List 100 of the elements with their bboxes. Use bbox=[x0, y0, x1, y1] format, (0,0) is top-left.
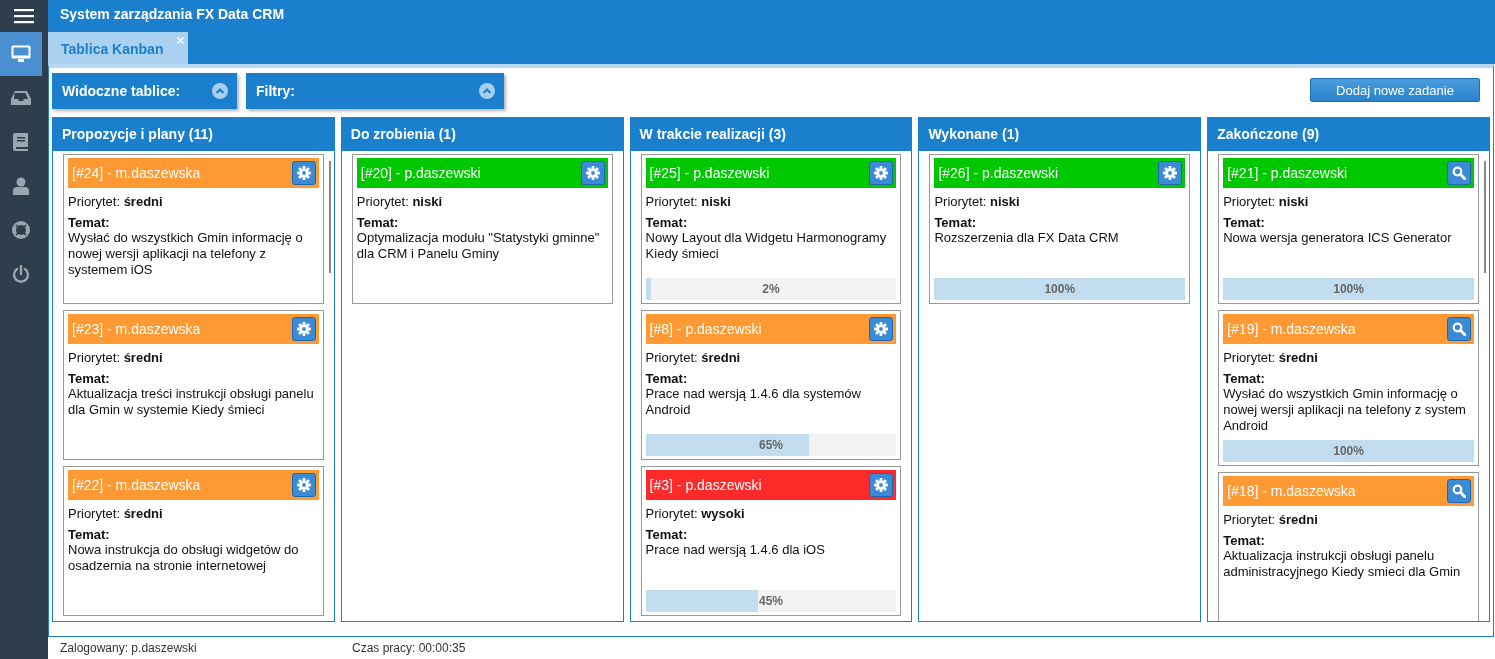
topic-label: Temat: bbox=[68, 527, 111, 542]
column-title: Wykonane (1) bbox=[928, 126, 1020, 142]
task-card[interactable]: [#26] - p.daszewski Priorytet: niski Temat: Rozszerzenia dla FX Data CRM 100% bbox=[929, 154, 1191, 304]
gear-icon bbox=[296, 166, 311, 180]
column-title: Do zrobienia (1) bbox=[350, 126, 456, 142]
card-title: [#26] - p.daszewski bbox=[938, 165, 1059, 181]
settings-button[interactable] bbox=[869, 473, 894, 497]
gear-icon bbox=[874, 478, 889, 492]
settings-button[interactable] bbox=[291, 473, 316, 497]
power-icon bbox=[12, 265, 30, 283]
topic-text: Nowa wersja generatora ICS Generator bbox=[1223, 230, 1453, 246]
progress-reading: 45% bbox=[758, 594, 783, 608]
priority-text: Priorytet: niski bbox=[934, 194, 1021, 209]
priority-text: Priorytet: średni bbox=[68, 506, 164, 521]
scrollbar[interactable] bbox=[328, 161, 331, 273]
topic-text: Wysłać do wszystkich Gmin informację o nowej wersji aplikacji na telefony z systemem iOS bbox=[68, 230, 304, 278]
priority-text: Priorytet: średni bbox=[1223, 512, 1319, 527]
logged-user-text: Zalogowany: p.daszewski bbox=[60, 641, 198, 655]
chevron-up-icon[interactable] bbox=[479, 83, 495, 99]
work-time-text: Czas pracy: 00:00:35 bbox=[352, 641, 466, 655]
topic-label: Temat: bbox=[68, 215, 111, 230]
app-title: System zarządzania FX Data CRM bbox=[60, 6, 285, 22]
topic-text: Aktualizacja instrukcji obsługi panelu administracyjnego Kiedy smieci dla Gmin bbox=[1223, 548, 1462, 580]
topic-label: Temat: bbox=[1223, 371, 1266, 386]
topic-label: Temat: bbox=[1223, 533, 1266, 548]
task-card[interactable]: [#19] - m.daszewska Priorytet: średni Temat: Wysłać do wszystkich Gmin informację o nowej wersji aplikacji na telefony z system Android 100% bbox=[1218, 310, 1479, 466]
monitor-icon bbox=[11, 45, 31, 63]
topic-text: Optymalizacja modułu "Statystyki gminne" dla CRM i Panelu Gminy bbox=[356, 230, 601, 262]
topic-label: Temat: bbox=[1223, 215, 1266, 230]
card-title: [#18] - m.daszewska bbox=[1227, 483, 1356, 499]
tab-label: Tablica Kanban bbox=[61, 41, 164, 57]
gear-icon bbox=[1163, 166, 1178, 180]
task-card[interactable]: [#23] - m.daszewska Priorytet: średni Temat: Aktualizacja treści instrukcji obsługi panelu dla Gmin w systemie Kiedy śmieci bbox=[63, 310, 324, 460]
settings-button[interactable] bbox=[291, 161, 316, 185]
priority-text: Priorytet: średni bbox=[68, 194, 164, 209]
task-card[interactable]: [#25] - p.daszewski Priorytet: niski Temat: Nowy Layout dla Widgetu Harmonogramy Kiedy śmieci 2% bbox=[640, 154, 902, 304]
task-card[interactable]: [#18] - m.daszewska Priorytet: średni Temat: Aktualizacja instrukcji obsługi panelu administracyjnego Kiedy smieci dla Gmin bbox=[1218, 472, 1479, 621]
settings-button[interactable] bbox=[869, 317, 894, 341]
card-title: [#24] - m.daszewska bbox=[72, 165, 201, 181]
settings-button[interactable] bbox=[580, 161, 605, 185]
topic-text: Aktualizacja treści instrukcji obsługi panelu dla Gmin w systemie Kiedy śmieci bbox=[68, 386, 315, 418]
search-button[interactable] bbox=[1447, 161, 1471, 185]
gear-icon bbox=[296, 478, 311, 492]
topic-label: Temat: bbox=[934, 215, 978, 230]
topic-label: Temat: bbox=[356, 215, 400, 230]
task-card[interactable]: [#22] - m.daszewska Priorytet: średni Temat: Nowa instrukcja do obsługi widgetów do osadzernia na stronie internetowej bbox=[63, 466, 324, 616]
add-task-button[interactable]: Dodaj nowe zadanie bbox=[1310, 78, 1480, 102]
column-title: Propozycje i plany (11) bbox=[62, 126, 213, 142]
priority-text: Priorytet: niski bbox=[645, 194, 732, 209]
card-title: [#23] - m.daszewska bbox=[72, 321, 201, 337]
task-card[interactable]: [#3] - p.daszewski Priorytet: wysoki Temat: Prace nad wersją 1.4.6 dla iOS 45% bbox=[640, 466, 902, 616]
progress-reading: 100% bbox=[1333, 444, 1364, 458]
settings-button[interactable] bbox=[869, 161, 894, 185]
topic-label: Temat: bbox=[645, 527, 689, 542]
settings-button[interactable] bbox=[291, 317, 316, 341]
task-card[interactable]: [#21] - p.daszewski Priorytet: niski Temat: Nowa wersja generatora ICS Generator 100% bbox=[1218, 154, 1479, 304]
column-title: Zakończone (9) bbox=[1217, 126, 1320, 142]
topic-text: Wysłać do wszystkich Gmin informację o nowej wersji aplikacji na telefony z system Android bbox=[1223, 386, 1467, 434]
card-title: [#19] - m.daszewska bbox=[1227, 321, 1356, 337]
search-button[interactable] bbox=[1447, 317, 1471, 341]
topic-label: Temat: bbox=[645, 215, 689, 230]
card-title: [#21] - p.daszewski bbox=[1227, 165, 1348, 181]
search-button[interactable] bbox=[1447, 479, 1471, 503]
topic-label: Temat: bbox=[645, 371, 689, 386]
inbox-icon bbox=[11, 90, 31, 106]
menu-icon bbox=[14, 8, 34, 24]
scrollbar[interactable] bbox=[1484, 161, 1486, 273]
gear-icon bbox=[296, 322, 311, 336]
gear-icon bbox=[874, 166, 889, 180]
collapsible-panel[interactable]: Widoczne tablice: bbox=[52, 73, 237, 109]
task-card[interactable]: [#20] - p.daszewski Priorytet: niski Temat: Optymalizacja modułu "Statystyki gminne" dla CRM i Panelu Gminy bbox=[351, 154, 613, 304]
search-icon bbox=[1452, 166, 1466, 180]
card-title: [#20] - p.daszewski bbox=[360, 165, 481, 181]
chevron-up-icon[interactable] bbox=[212, 83, 228, 99]
card-title: [#3] - p.daszewski bbox=[649, 477, 762, 493]
priority-text: Priorytet: wysoki bbox=[645, 506, 746, 521]
search-icon bbox=[1452, 322, 1466, 336]
progress-reading: 65% bbox=[758, 438, 783, 452]
progress-reading: 100% bbox=[1044, 282, 1076, 296]
card-title: [#8] - p.daszewski bbox=[649, 321, 762, 337]
lifebuoy-icon bbox=[12, 221, 30, 239]
panel-label: Widoczne tablice: bbox=[62, 83, 181, 99]
topic-text: Prace nad wersją 1.4.6 dla systemów Android bbox=[645, 386, 862, 418]
column-title: W trakcie realizacji (3) bbox=[639, 126, 786, 142]
panel-label: Filtry: bbox=[256, 83, 295, 99]
task-card[interactable]: [#24] - m.daszewska Priorytet: średni Temat: Wysłać do wszystkich Gmin informację o nowej wersji aplikacji na telefony z systemem iOS bbox=[63, 154, 324, 304]
topic-text: Rozszerzenia dla FX Data CRM bbox=[934, 230, 1120, 246]
task-card[interactable]: [#8] - p.daszewski Priorytet: średni Temat: Prace nad wersją 1.4.6 dla systemów Android 65% bbox=[640, 310, 902, 460]
settings-button[interactable] bbox=[1158, 161, 1183, 185]
topic-text: Prace nad wersją 1.4.6 dla iOS bbox=[645, 542, 826, 558]
gear-icon bbox=[585, 166, 600, 180]
progress-reading: 100% bbox=[1333, 282, 1364, 296]
collapsible-panel[interactable]: Filtry: bbox=[246, 73, 504, 109]
priority-text: Priorytet: średni bbox=[1223, 350, 1319, 365]
book-icon bbox=[13, 133, 29, 151]
progress-reading: 2% bbox=[762, 282, 780, 296]
gear-icon bbox=[874, 322, 889, 336]
priority-text: Priorytet: średni bbox=[68, 350, 164, 365]
priority-text: Priorytet: niski bbox=[356, 194, 444, 209]
topic-text: Nowa instrukcja do obsługi widgetów do osadzernia na stronie internetowej bbox=[68, 542, 300, 574]
